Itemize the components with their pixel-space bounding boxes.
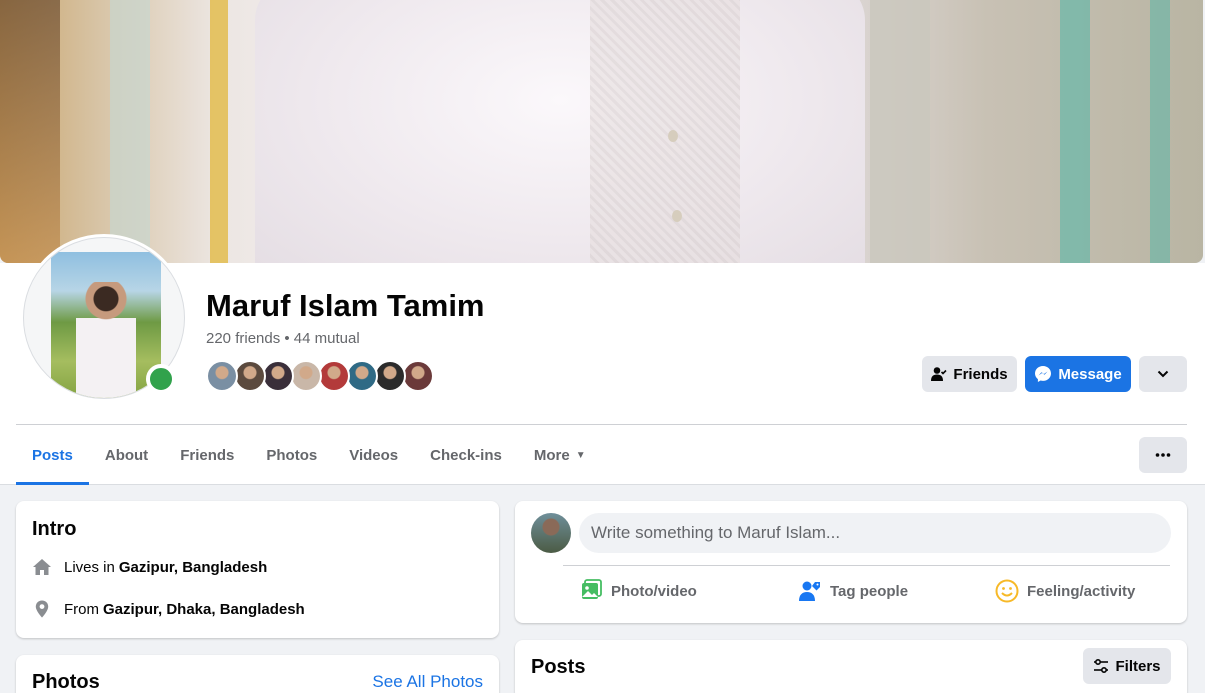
tag-people-label: Tag people [830, 582, 909, 600]
tag-people-icon [799, 581, 820, 601]
composer-placeholder: Write something to Maruf Islam... [591, 523, 841, 542]
see-all-photos-link[interactable]: See All Photos [372, 672, 483, 692]
cover-photo[interactable] [0, 0, 1203, 263]
cover-decor [870, 0, 930, 263]
cover-decor [0, 0, 60, 263]
intro-card: Intro Lives in Gazipur, Bangladesh From … [16, 501, 499, 638]
mutual-friend-avatar[interactable] [346, 360, 378, 392]
cover-decor [668, 130, 678, 142]
filters-icon [1094, 659, 1109, 673]
mutual-friends-faces[interactable] [206, 360, 434, 392]
friends-button-label: Friends [953, 365, 1008, 383]
tag-people-button[interactable]: Tag people [798, 579, 908, 603]
caret-down-icon: ▼ [575, 449, 586, 461]
post-composer: Write something to Maruf Islam... Photo/… [515, 501, 1187, 623]
cover-subject [255, 0, 865, 263]
tab-posts[interactable]: Posts [16, 425, 89, 485]
intro-from: From Gazipur, Dhaka, Bangladesh [32, 599, 305, 619]
mutual-friend-avatar[interactable] [234, 360, 266, 392]
online-status-indicator [146, 364, 176, 394]
profile-options-button[interactable] [1139, 356, 1187, 392]
mutual-friend-avatar[interactable] [374, 360, 406, 392]
more-options-button[interactable] [1139, 437, 1187, 473]
from-prefix: From [64, 600, 99, 618]
tab-about[interactable]: About [89, 425, 164, 485]
photo-video-label: Photo/video [611, 582, 697, 600]
message-button[interactable]: Message [1025, 356, 1131, 392]
feeling-activity-button[interactable]: Feeling/activity [995, 579, 1135, 603]
mutual-friend-avatar[interactable] [290, 360, 322, 392]
mutual-friend-avatar[interactable] [262, 360, 294, 392]
tab-label: Photos [266, 446, 318, 464]
friends-count[interactable]: 220 friends • 44 mutual [206, 330, 360, 347]
tab-videos[interactable]: Videos [333, 425, 414, 485]
cover-decor [1150, 0, 1170, 263]
tab-label: Posts [32, 446, 73, 464]
photos-title: Photos [32, 671, 100, 693]
tab-label: About [104, 446, 149, 464]
filters-button[interactable]: Filters [1083, 648, 1171, 684]
photos-card: Photos See All Photos [16, 655, 499, 693]
tab-friends[interactable]: Friends [164, 425, 250, 485]
tab-label: Check-ins [430, 446, 502, 464]
cover-decor [210, 0, 228, 263]
intro-lives-in: Lives in Gazipur, Bangladesh [32, 557, 267, 577]
mutual-friend-avatar[interactable] [318, 360, 350, 392]
composer-input[interactable]: Write something to Maruf Islam... [579, 513, 1171, 553]
filters-label: Filters [1115, 657, 1161, 675]
friends-button[interactable]: Friends [922, 356, 1017, 392]
home-icon [32, 557, 52, 577]
tab-photos[interactable]: Photos [250, 425, 333, 485]
messenger-icon [1035, 366, 1052, 382]
smiley-icon [995, 579, 1019, 603]
location-pin-icon [32, 599, 52, 619]
lives-in-place[interactable]: Gazipur, Bangladesh [119, 559, 267, 576]
cover-decor [1060, 0, 1090, 263]
posts-title: Posts [531, 656, 586, 678]
profile-tabs: Posts About Friends Photos Videos Check-… [16, 425, 602, 485]
avatar-person [76, 282, 136, 398]
photo-icon [582, 579, 602, 599]
cover-decor [672, 210, 682, 222]
cover-decor [110, 0, 150, 263]
tab-label: More [533, 446, 570, 464]
profile-name: Maruf Islam Tamim [206, 288, 485, 323]
friends-check-icon [931, 367, 947, 381]
tab-check-ins[interactable]: Check-ins [414, 425, 518, 485]
tab-label: Friends [180, 446, 235, 464]
composer-divider [563, 565, 1170, 566]
chevron-down-icon [1157, 370, 1169, 378]
mutual-friend-avatar[interactable] [402, 360, 434, 392]
ellipsis-icon [1155, 453, 1171, 457]
cover-decor [590, 0, 740, 263]
tab-more[interactable]: More ▼ [518, 425, 602, 485]
photo-video-button[interactable]: Photo/video [579, 579, 697, 603]
lives-in-prefix: Lives in [64, 558, 115, 576]
feeling-activity-label: Feeling/activity [1027, 582, 1136, 600]
tab-label: Videos [349, 446, 399, 464]
from-place[interactable]: Gazipur, Dhaka, Bangladesh [103, 601, 305, 618]
posts-header-card: Posts Filters [515, 640, 1187, 693]
mutual-friend-avatar[interactable] [206, 360, 238, 392]
intro-title: Intro [32, 518, 77, 540]
viewer-avatar[interactable] [531, 513, 571, 553]
message-button-label: Message [1058, 365, 1122, 383]
